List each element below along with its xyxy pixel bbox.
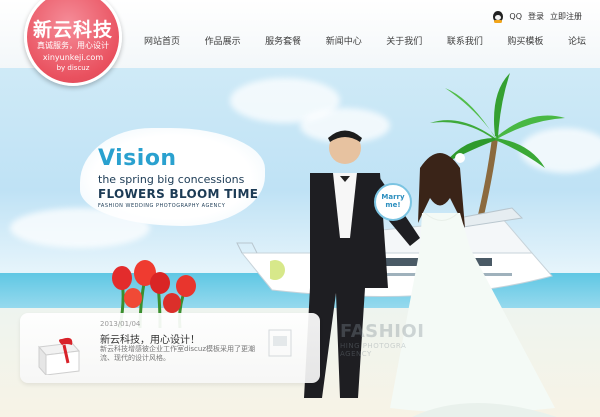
logo-title: 新云科技 xyxy=(32,19,113,41)
nav-item-buy-template[interactable]: 购买模板 xyxy=(503,34,547,47)
qq-link[interactable]: QQ xyxy=(509,12,522,21)
mini-fashion-icon xyxy=(268,329,292,357)
fashion-sub-line-2: AGENCY xyxy=(340,350,372,358)
marry-me-bubble: Marry me! xyxy=(374,183,412,221)
qq-penguin-icon[interactable] xyxy=(493,11,504,23)
hero-banner[interactable]: Marry me! Vision the spring big concessi… xyxy=(0,68,600,417)
nav-item-contact[interactable]: 联系我们 xyxy=(443,34,487,47)
nav-item-home[interactable]: 网站首页 xyxy=(140,34,184,47)
fashion-sub-line-1: HING PHOTOGRA xyxy=(340,342,407,350)
nav-item-about[interactable]: 关于我们 xyxy=(382,34,426,47)
nav-item-news[interactable]: 新闻中心 xyxy=(322,34,366,47)
login-link[interactable]: 登录 xyxy=(528,11,544,22)
vision-tagline: FASHION WEDDING PHOTOGRAPHY AGENCY xyxy=(98,203,226,209)
logo-domain: xinyunkeji.com xyxy=(42,53,104,62)
news-title[interactable]: 新云科技，用心设计！ xyxy=(100,331,200,346)
top-user-bar: QQ 登录 立即注册 xyxy=(493,11,582,23)
site-header: 新云科技 真诚服务，用心设计 xinyunkeji.com by discuz … xyxy=(0,0,600,86)
logo-slogan: 真诚服务，用心设计 xyxy=(37,41,109,50)
vision-title: Vision xyxy=(98,146,177,171)
fashion-watermark-sub: HING PHOTOGRA AGENCY xyxy=(340,342,406,358)
vision-subtitle: the spring big concessions xyxy=(98,173,245,186)
news-panel[interactable]: 2013/01/04 新云科技，用心设计！ 新云科技增感彼企业工作室discuz… xyxy=(20,313,320,383)
fashion-watermark: FASHIOI xyxy=(340,321,425,342)
gift-box-icon xyxy=(38,337,80,375)
main-nav: 网站首页 作品展示 服务套餐 新闻中心 关于我们 联系我们 购买模板 论坛 xyxy=(140,34,590,47)
register-link[interactable]: 立即注册 xyxy=(550,11,582,22)
news-date: 2013/01/04 xyxy=(100,320,141,328)
news-description: 新云科技增感彼企业工作室discuz模板采用了更潮流、现代的设计风格。 xyxy=(100,345,255,363)
nav-item-forum[interactable]: 论坛 xyxy=(564,34,590,47)
nav-item-packages[interactable]: 服务套餐 xyxy=(261,34,305,47)
logo-by: by discuz xyxy=(56,64,90,72)
nav-item-works[interactable]: 作品展示 xyxy=(201,34,245,47)
vision-headline: FLOWERS BLOOM TIME xyxy=(98,187,259,201)
bubble-line-2: me! xyxy=(385,201,401,209)
